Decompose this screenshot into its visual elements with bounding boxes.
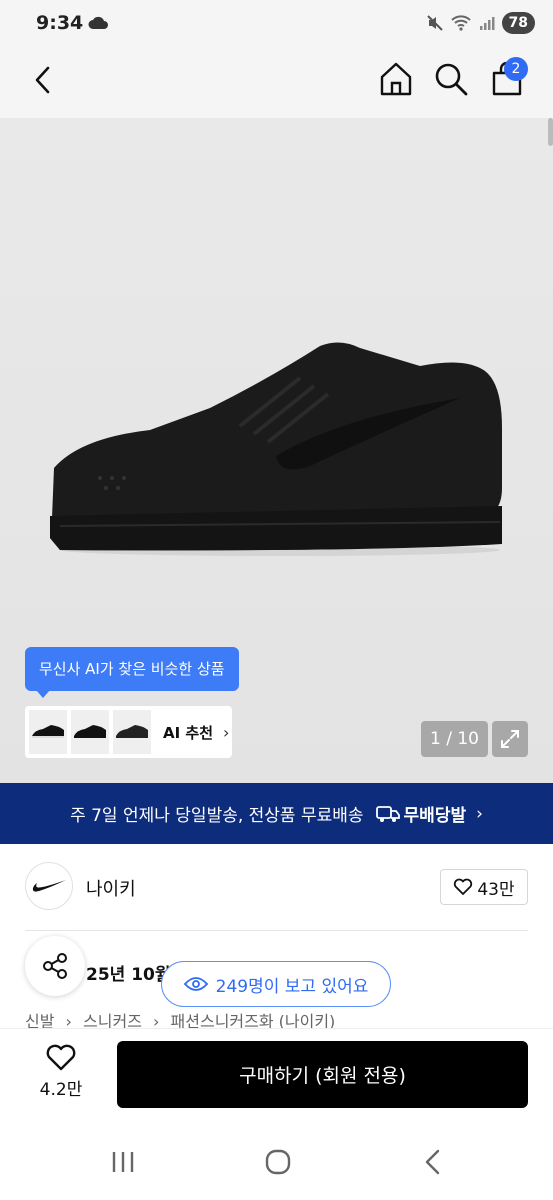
ai-similar-tooltip[interactable]: 무신사 AI가 찾은 비슷한 상품: [25, 647, 239, 691]
shipping-banner[interactable]: 주 7일 언제나 당일발송, 전상품 무료배송 무배당발 ›: [0, 783, 553, 844]
status-bar: 9:34 78: [0, 0, 553, 48]
brand-row: 나이키 43만: [25, 862, 528, 912]
tooltip-arrow: [36, 690, 50, 698]
chevron-right-icon: ›: [476, 803, 483, 824]
product-image: [50, 342, 502, 556]
share-icon: [43, 953, 67, 979]
home-icon[interactable]: [377, 60, 415, 98]
breadcrumb-separator: ›: [65, 1012, 72, 1028]
cart-count-badge: 2: [504, 57, 528, 81]
ai-recommend-label: AI 추천: [163, 723, 214, 742]
eye-icon: [183, 977, 208, 991]
brand-logo[interactable]: [25, 862, 73, 910]
share-button[interactable]: [25, 936, 85, 996]
search-icon[interactable]: [432, 60, 470, 98]
ai-recommend-strip[interactable]: AI 추천 ›: [25, 706, 232, 758]
status-time: 9:34: [36, 12, 84, 34]
free-ship-badge: 무배당발: [375, 801, 467, 826]
buy-button[interactable]: 구매하기 (회원 전용): [117, 1041, 528, 1108]
heart-icon: [454, 878, 473, 895]
free-ship-badge-text: 무배당발: [403, 806, 467, 826]
delivery-truck-icon: [375, 805, 400, 822]
home-nav-icon[interactable]: [265, 1149, 291, 1175]
battery-indicator: 78: [501, 12, 535, 34]
wishlist-button[interactable]: 4.2만: [30, 1043, 92, 1109]
recent-apps-icon[interactable]: [110, 1150, 136, 1174]
expand-icon: [501, 730, 519, 748]
purchase-bar: 4.2만 구매하기 (회원 전용): [0, 1028, 553, 1123]
scrollbar[interactable]: [548, 118, 553, 146]
ai-thumb-3[interactable]: [113, 710, 151, 754]
back-arrow-icon[interactable]: [26, 62, 62, 98]
breadcrumb-item[interactable]: 패션스니커즈화 (나이키): [171, 1012, 336, 1028]
expand-image-button[interactable]: [492, 721, 528, 757]
ai-thumb-2[interactable]: [71, 710, 109, 754]
back-nav-icon[interactable]: [423, 1149, 443, 1175]
cloud-icon: [88, 16, 108, 29]
wishlist-count: 4.2만: [39, 1080, 83, 1100]
system-nav-bar: [0, 1123, 553, 1200]
brand-name[interactable]: 나이키: [86, 875, 136, 901]
release-date-text: 25년 10월: [86, 965, 171, 985]
nike-swoosh-icon: [32, 880, 66, 892]
ai-thumb-1[interactable]: [29, 710, 67, 754]
app-header: 2: [0, 48, 553, 118]
shoe-thumbnail: [116, 725, 148, 738]
shoe-thumbnail: [32, 725, 64, 738]
divider: [25, 930, 528, 931]
breadcrumb-item[interactable]: 스니커즈: [83, 1012, 142, 1028]
breadcrumb-separator: ›: [153, 1012, 160, 1028]
signal-icon: [479, 17, 495, 30]
mute-icon: [426, 15, 443, 31]
brand-like-button[interactable]: 43만: [440, 869, 528, 905]
status-icons: 78: [426, 12, 535, 34]
brand-like-count: 43만: [477, 879, 515, 900]
breadcrumb-item[interactable]: 신발: [25, 1012, 54, 1028]
shipping-banner-text: 주 7일 언제나 당일발송, 전상품 무료배송: [70, 806, 364, 826]
wifi-icon: [450, 15, 471, 31]
viewers-count-text: 249명이 보고 있어요: [215, 976, 369, 997]
heart-icon: [46, 1044, 76, 1071]
viewers-pill: 249명이 보고 있어요: [161, 961, 391, 1007]
image-page-counter: 1 / 10: [421, 721, 488, 757]
chevron-right-icon: ›: [223, 722, 230, 742]
shoe-thumbnail: [74, 725, 106, 738]
breadcrumb: 신발 › 스니커즈 › 패션스니커즈화 (나이키): [25, 1008, 528, 1028]
